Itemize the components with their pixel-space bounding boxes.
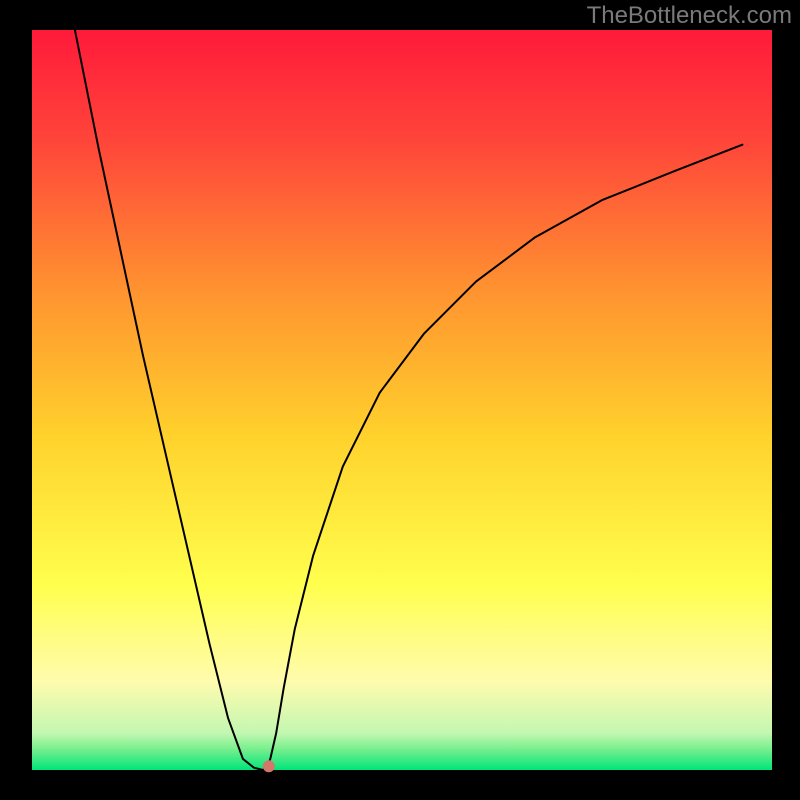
watermark-text: TheBottleneck.com [587,2,792,30]
bottleneck-chart [0,0,800,800]
chart-container: TheBottleneck.com [0,0,800,800]
plot-background [32,30,772,770]
optimal-point-marker [263,760,275,772]
